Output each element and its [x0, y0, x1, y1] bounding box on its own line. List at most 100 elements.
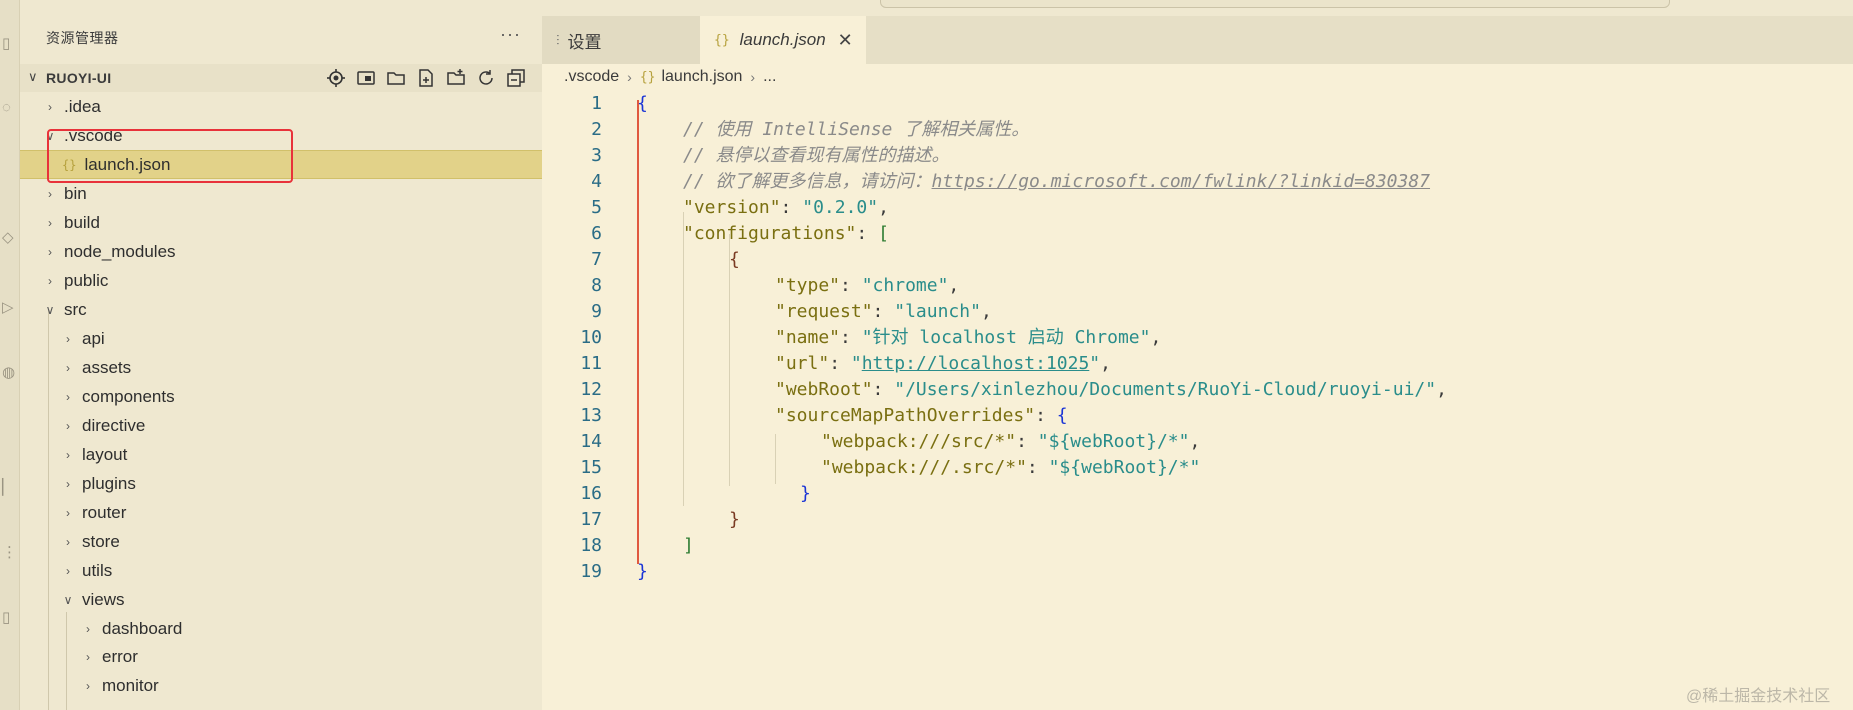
code-line: 17}: [542, 507, 1842, 533]
line-number: 6: [591, 223, 602, 244]
debug-activity-icon[interactable]: ▷: [2, 300, 14, 315]
project-header[interactable]: ∨ RUOYI-UI: [20, 64, 542, 92]
explorer-activity-icon[interactable]: ▯: [2, 36, 10, 51]
tree-item-label: plugins: [82, 473, 136, 493]
new-folder-icon[interactable]: [445, 67, 467, 89]
tree-item-directive[interactable]: › directive: [20, 411, 542, 440]
tree-item-layout[interactable]: › layout: [20, 440, 542, 469]
tree-item-node-modules[interactable]: › node_modules: [20, 237, 542, 266]
code-line: 19}: [542, 559, 1842, 585]
json-value: "launch": [894, 301, 981, 322]
command-center[interactable]: [880, 0, 1670, 8]
json-comma: ,: [878, 197, 889, 218]
line-number: 2: [591, 119, 602, 140]
chevron-right-icon: ›: [86, 621, 90, 636]
tree-item-label: build: [64, 212, 100, 232]
tree-item-label: directive: [82, 415, 146, 435]
tree-item-public[interactable]: › public: [20, 266, 542, 295]
json-brace: {: [729, 249, 740, 270]
tree-item-store[interactable]: › store: [20, 527, 542, 556]
folder-icon[interactable]: [385, 67, 407, 89]
tree-item-monitor[interactable]: › monitor: [20, 671, 542, 700]
docker-activity-icon[interactable]: ⋮: [2, 545, 17, 560]
code-link[interactable]: https://go.microsoft.com/fwlink/?linkid=…: [932, 171, 1431, 192]
code-editor[interactable]: .vscode › {} launch.json › ... 1{ 2// 使用…: [542, 64, 1853, 710]
tree-item-label: node_modules: [64, 241, 176, 261]
remote-activity-icon[interactable]: ▏: [2, 480, 14, 495]
json-key: "configurations": [683, 223, 857, 244]
code-line: 10 "name": "针对 localhost 启动 Chrome",: [542, 325, 1842, 351]
breadcrumb-file[interactable]: launch.json: [661, 68, 742, 86]
chevron-right-icon: ›: [48, 215, 52, 230]
tree-item-views[interactable]: ∨ views: [20, 585, 542, 614]
code-line: 13 "sourceMapPathOverrides": {: [542, 403, 1842, 429]
search-activity-icon[interactable]: ◌: [2, 100, 11, 115]
tree-item-label: .idea: [64, 96, 101, 116]
json-colon: :: [780, 197, 803, 218]
close-icon[interactable]: ✕: [838, 30, 853, 51]
line-number: 15: [580, 457, 602, 478]
tree-item-label: assets: [82, 357, 132, 377]
code-comment: // 欲了解更多信息，请访问：: [683, 171, 932, 192]
tree-item-build[interactable]: › build: [20, 208, 542, 237]
line-number: 14: [580, 431, 602, 452]
scm-activity-icon[interactable]: ◇: [2, 230, 14, 245]
tree-item-api[interactable]: › api: [20, 324, 542, 353]
breadcrumb-folder[interactable]: .vscode: [564, 68, 619, 86]
extensions-activity-icon[interactable]: ◍: [2, 365, 15, 380]
tree-item-label: utils: [82, 560, 113, 580]
refresh-icon[interactable]: [475, 67, 497, 89]
chevron-right-icon: ›: [66, 563, 70, 578]
explorer-title: 资源管理器: [46, 30, 119, 46]
code-line: 14 "webpack:///src/*": "${webRoot}/*",: [542, 429, 1842, 455]
tab-launch-json[interactable]: {} launch.json ✕: [700, 16, 866, 64]
tree-item-utils[interactable]: › utils: [20, 556, 542, 585]
tree-item-components[interactable]: › components: [20, 382, 542, 411]
tree-item-label: layout: [82, 444, 128, 464]
chevron-right-icon: ›: [48, 273, 52, 288]
tree-item-src[interactable]: ∨ src: [20, 295, 542, 324]
chevron-right-icon: ›: [48, 99, 52, 114]
tree-item-bin[interactable]: › bin: [20, 179, 542, 208]
chevron-right-icon: ›: [48, 244, 52, 259]
project-title: RUOYI-UI: [46, 70, 112, 86]
tree-item-plugins[interactable]: › plugins: [20, 469, 542, 498]
watermark: @稀土掘金技术社区: [1686, 688, 1831, 705]
json-key: "url": [775, 353, 830, 374]
account-activity-icon[interactable]: ▯: [2, 610, 10, 625]
tree-item-dashboard[interactable]: › dashboard: [20, 614, 542, 643]
code-line: 5 "version": "0.2.0",: [542, 195, 1842, 221]
json-link-value[interactable]: http://localhost:1025: [862, 353, 1090, 374]
explorer-sidebar: 资源管理器 ··· ∨ RUOYI-UI › .idea ∨ .vscode {…: [20, 0, 562, 710]
locate-icon[interactable]: [325, 67, 347, 89]
code-text: {: [637, 93, 648, 114]
code-line: 1{: [542, 91, 1842, 117]
tab-settings[interactable]: ⫶ 设置: [542, 16, 700, 64]
tree-item-error[interactable]: › error: [20, 642, 542, 671]
json-brace: }: [729, 509, 740, 530]
code-comment: // 悬停以查看现有属性的描述。: [683, 145, 950, 166]
new-file-icon[interactable]: [415, 67, 437, 89]
open-preview-icon[interactable]: [355, 67, 377, 89]
tree-item-label: views: [82, 589, 125, 609]
json-bracket: [: [878, 223, 889, 244]
tree-item-label: src: [64, 299, 87, 319]
code-line: 7{: [542, 247, 1842, 273]
chevron-down-icon: ∨: [45, 302, 55, 317]
json-value: "0.2.0": [802, 197, 879, 218]
breadcrumb-more[interactable]: ...: [763, 68, 776, 86]
code-line: 9 "request": "launch",: [542, 299, 1842, 325]
chevron-right-icon: ›: [86, 678, 90, 693]
tree-item-router[interactable]: › router: [20, 498, 542, 527]
more-actions-icon[interactable]: ···: [500, 24, 521, 45]
line-number: 8: [591, 275, 602, 296]
line-number: 17: [580, 509, 602, 530]
collapse-all-icon[interactable]: [505, 67, 527, 89]
code-line: 12 "webRoot": "/Users/xinlezhou/Documents…: [542, 377, 1842, 403]
chevron-right-icon: ›: [66, 360, 70, 375]
tree-item-idea[interactable]: › .idea: [20, 92, 542, 121]
code-line: 4 // 欲了解更多信息，请访问：https://go.microsoft.com…: [542, 169, 1842, 195]
chevron-right-icon: ›: [66, 476, 70, 491]
tree-item-assets[interactable]: › assets: [20, 353, 542, 382]
chevron-right-icon: ›: [66, 447, 70, 462]
